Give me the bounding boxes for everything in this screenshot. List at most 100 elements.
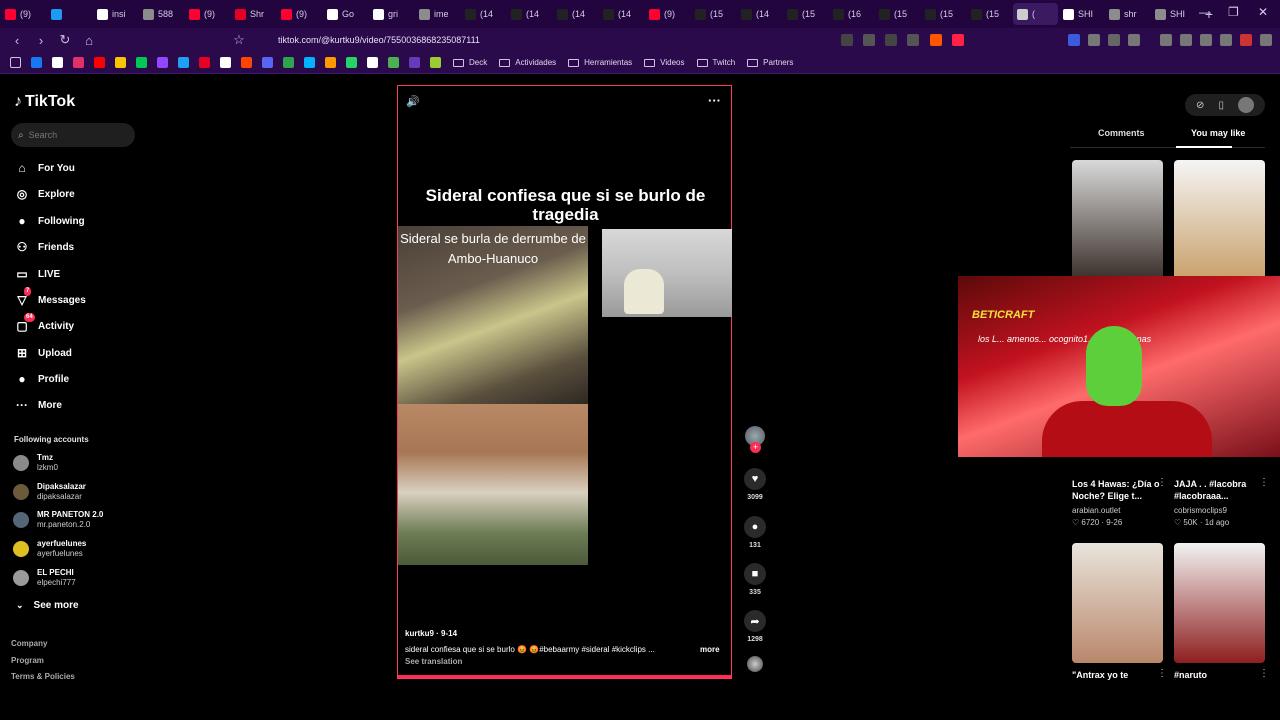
browser-tab[interactable]: Go — [323, 3, 368, 25]
bookmark-icon[interactable] — [178, 57, 189, 68]
menu-icon[interactable] — [1260, 34, 1272, 46]
bookmark-icon[interactable] — [304, 57, 315, 68]
bookmark-icon[interactable] — [325, 57, 336, 68]
bookmark-icon[interactable] — [409, 57, 420, 68]
search-input[interactable] — [28, 130, 124, 140]
brave-shield-icon[interactable] — [930, 34, 942, 46]
bookmark-icon[interactable] — [346, 57, 357, 68]
bookmark-folder[interactable]: Herramientas — [568, 58, 632, 67]
extension-icon[interactable] — [1088, 34, 1100, 46]
following-account[interactable]: MR PANETON 2.0 mr.paneton.2.0 — [13, 510, 103, 530]
browser-tab[interactable]: (15 — [783, 3, 828, 25]
nav-item-live[interactable]: ▭ LIVE — [14, 266, 60, 282]
video-thumbnail[interactable] — [1072, 160, 1163, 280]
footer-program[interactable]: Program — [11, 656, 44, 665]
settings-icon[interactable] — [1200, 34, 1212, 46]
bookmark-folder[interactable]: Deck — [453, 58, 487, 67]
browser-tab[interactable]: (15 — [691, 3, 736, 25]
apps-grid-icon[interactable] — [10, 57, 21, 68]
bookmark-icon[interactable] — [52, 57, 63, 68]
screen-icon[interactable] — [863, 34, 875, 46]
nav-item-following[interactable]: ● Following — [14, 213, 84, 229]
back-button[interactable]: ‹ — [10, 33, 24, 48]
bookmark-icon[interactable] — [73, 57, 84, 68]
sidebar-icon[interactable] — [1128, 34, 1140, 46]
save-icon[interactable]: ■ — [744, 563, 766, 585]
share-icon[interactable] — [907, 34, 919, 46]
bookmark-folder[interactable]: Partners — [747, 58, 793, 67]
following-account[interactable]: Tmz lzkm0 — [13, 453, 58, 473]
shield-icon[interactable] — [1220, 34, 1232, 46]
card-more-icon[interactable]: ⋮ — [1259, 477, 1269, 488]
user-avatar[interactable] — [1237, 97, 1254, 113]
following-account[interactable]: EL PECHI elpechi777 — [13, 568, 76, 588]
extension-icon[interactable] — [841, 34, 853, 46]
video-thumbnail[interactable] — [1174, 160, 1265, 280]
bookmark-folder[interactable]: Twitch — [696, 58, 735, 67]
browser-tab[interactable]: ( — [1013, 3, 1058, 25]
minimize-button[interactable]: — — [1199, 5, 1211, 19]
browser-tab[interactable]: ime — [415, 3, 460, 25]
video-player[interactable]: 🔊 ··· Sideral confiesa que si se burlo d… — [397, 85, 732, 679]
share-icon[interactable]: ➦ — [744, 610, 766, 632]
music-disc-button[interactable] — [740, 656, 770, 672]
browser-tab[interactable]: shr — [1105, 3, 1150, 25]
see-more-button[interactable]: ⌄ See more — [16, 600, 79, 611]
follow-plus-icon[interactable]: + — [750, 442, 761, 453]
phone-icon[interactable]: ▯ — [1218, 100, 1224, 111]
address-bar[interactable]: tiktok.com/@kurtku9/video/75500368682350… — [248, 30, 968, 50]
bookmark-icon[interactable] — [262, 57, 273, 68]
nav-item-explore[interactable]: ◎ Explore — [14, 186, 75, 202]
video-card-author[interactable]: cobrismoclips9 — [1174, 506, 1227, 515]
browser-tab[interactable]: (14 — [599, 3, 644, 25]
nav-item-friends[interactable]: ⚇ Friends — [14, 239, 75, 255]
browser-tab[interactable]: 588 — [139, 3, 184, 25]
restore-button[interactable]: ❐ — [1228, 5, 1239, 19]
share-button[interactable]: ➦ 1298 — [740, 610, 770, 643]
tab-you-may-like[interactable]: You may like — [1191, 128, 1245, 138]
comment-icon[interactable]: ● — [744, 516, 766, 538]
bookmark-icon[interactable] — [115, 57, 126, 68]
nav-item-for-you[interactable]: ⌂ For You — [14, 160, 74, 176]
card-more-icon[interactable]: ⋮ — [1157, 668, 1167, 679]
bookmark-icon[interactable] — [283, 57, 294, 68]
browser-tab[interactable]: gri — [369, 3, 414, 25]
audio-icon[interactable] — [1068, 34, 1080, 46]
browser-tab[interactable]: (9) — [185, 3, 230, 25]
save-button[interactable]: ■ 335 — [740, 563, 770, 596]
see-translation-link[interactable]: See translation — [405, 657, 462, 666]
like-icon[interactable]: ♥ — [744, 468, 766, 490]
bookmark-icon[interactable] — [388, 57, 399, 68]
creator-avatar[interactable]: + — [745, 426, 765, 453]
puzzle-icon[interactable] — [1108, 34, 1120, 46]
browser-tab[interactable]: insi — [93, 3, 138, 25]
search-box[interactable]: ⌕ — [11, 123, 135, 147]
bookmark-icon[interactable] — [157, 57, 168, 68]
sound-icon[interactable]: 🔊 — [406, 95, 420, 108]
browser-tab[interactable]: Shr — [231, 3, 276, 25]
description-more-link[interactable]: more — [700, 645, 720, 654]
music-icon[interactable] — [1160, 34, 1172, 46]
wallet-icon[interactable] — [1180, 34, 1192, 46]
bookmark-icon[interactable] — [220, 57, 231, 68]
following-account[interactable]: Dipaksalazar dipaksalazar — [13, 482, 86, 502]
reload-button[interactable]: ↻ — [58, 32, 72, 48]
bookmark-icon[interactable] — [367, 57, 378, 68]
nav-item-messages[interactable]: ▽ Messages 7 — [14, 287, 86, 308]
browser-tab[interactable]: (9) — [277, 3, 322, 25]
browser-tab[interactable]: (14 — [553, 3, 598, 25]
creator-avatar-button[interactable]: + — [740, 426, 770, 453]
browser-tab[interactable]: (14 — [507, 3, 552, 25]
like-button[interactable]: ♥ 3099 — [740, 468, 770, 501]
video-author[interactable]: kurtku9 · 9-14 — [405, 629, 457, 638]
close-window-button[interactable]: ✕ — [1258, 5, 1268, 19]
nav-item-more[interactable]: ··· More — [14, 397, 62, 413]
following-account[interactable]: ayerfuelunes ayerfuelunes — [13, 539, 86, 559]
bookmark-icon[interactable] — [199, 57, 210, 68]
bookmark-star-icon[interactable]: ☆ — [232, 32, 246, 48]
url-text[interactable]: tiktok.com/@kurtku9/video/75500368682350… — [278, 35, 480, 45]
bookmark-folder[interactable]: Videos — [644, 58, 685, 67]
browser-tab[interactable]: (15 — [875, 3, 920, 25]
zoom-icon[interactable] — [885, 34, 897, 46]
tab-comments[interactable]: Comments — [1098, 128, 1145, 138]
